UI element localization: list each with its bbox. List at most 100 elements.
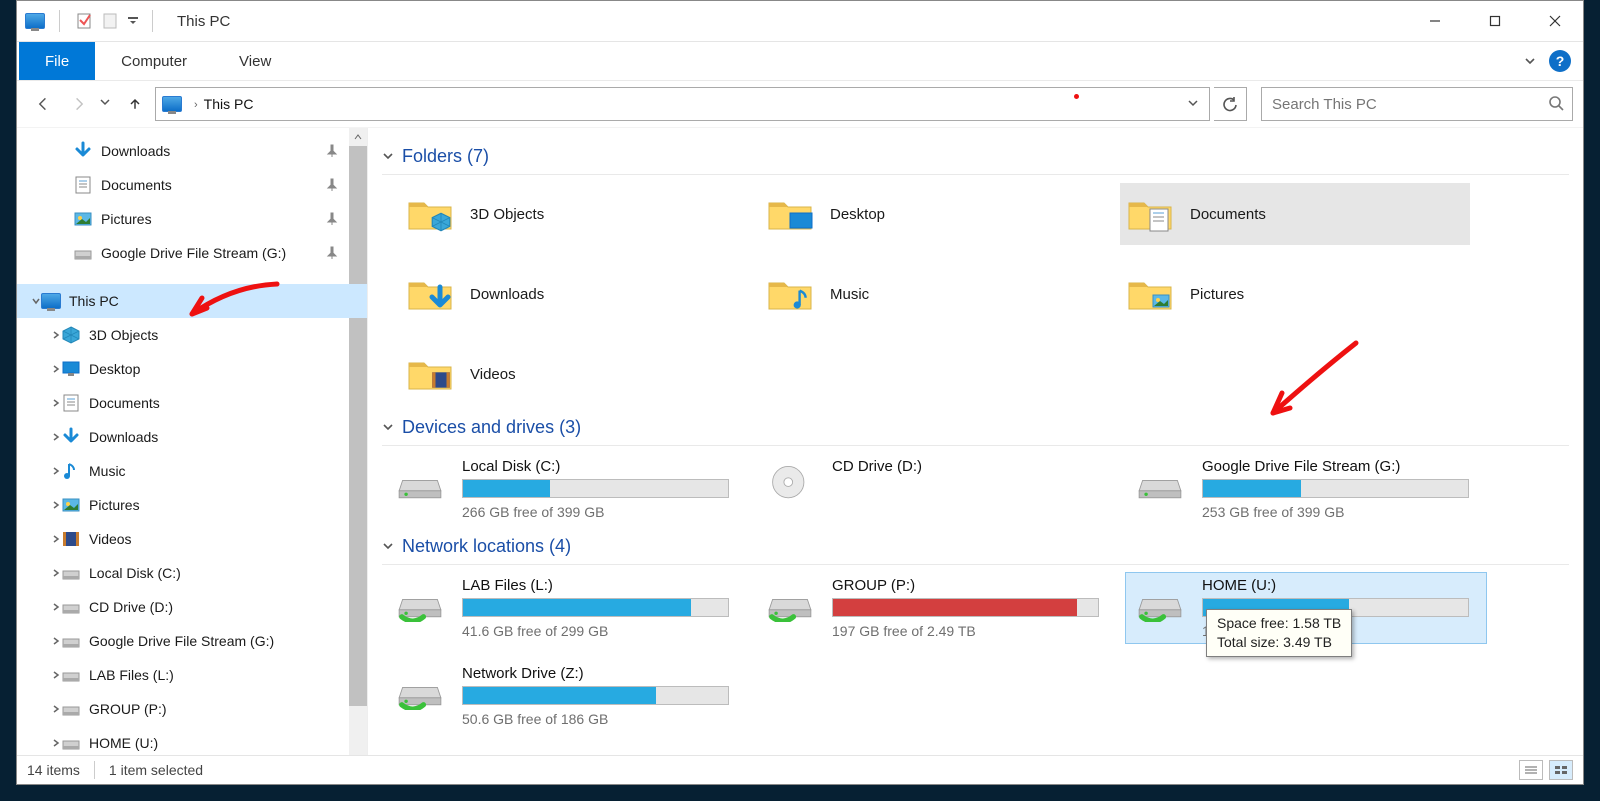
nav-child-item[interactable]: Desktop bbox=[17, 352, 367, 386]
tiles-view-button[interactable] bbox=[1549, 760, 1573, 780]
chevron-down-icon[interactable] bbox=[382, 536, 394, 557]
pin-icon[interactable] bbox=[325, 178, 339, 192]
expand-icon[interactable] bbox=[49, 396, 63, 410]
pin-icon[interactable] bbox=[325, 246, 339, 260]
nav-child-item[interactable]: Music bbox=[17, 454, 367, 488]
drive-item[interactable]: GROUP (P:) 197 GB free of 2.49 TB bbox=[756, 573, 1116, 643]
qat-properties-icon[interactable] bbox=[74, 11, 94, 31]
download-icon bbox=[73, 141, 93, 161]
drive-item[interactable]: CD Drive (D:) bbox=[756, 454, 1116, 524]
refresh-button[interactable] bbox=[1214, 87, 1247, 121]
nav-child-item[interactable]: Local Disk (C:) bbox=[17, 556, 367, 590]
folder-item[interactable]: Music bbox=[760, 263, 1110, 325]
nav-child-item[interactable]: Google Drive File Stream (G:) bbox=[17, 624, 367, 658]
this-pc-icon bbox=[41, 291, 61, 311]
music-icon bbox=[61, 461, 81, 481]
nav-quick-item[interactable]: Pictures bbox=[17, 202, 367, 236]
folder-label: Documents bbox=[1190, 206, 1266, 223]
drive-label: Local Disk (C:) bbox=[462, 458, 740, 475]
drive-item[interactable]: Local Disk (C:) 266 GB free of 399 GB bbox=[386, 454, 746, 524]
folder-item[interactable]: Downloads bbox=[400, 263, 750, 325]
folder-item[interactable]: 3D Objects bbox=[400, 183, 750, 245]
expand-icon[interactable] bbox=[49, 600, 63, 614]
nav-quick-item[interactable]: Google Drive File Stream (G:) bbox=[17, 236, 367, 270]
content-pane: Folders (7) 3D Objects Desktop Documents… bbox=[368, 128, 1583, 755]
expand-icon[interactable] bbox=[49, 464, 63, 478]
maximize-button[interactable] bbox=[1467, 1, 1523, 41]
expand-icon[interactable] bbox=[49, 736, 63, 750]
address-dropdown-icon[interactable] bbox=[1181, 96, 1205, 112]
up-button[interactable] bbox=[119, 88, 151, 120]
nav-child-item[interactable]: 3D Objects bbox=[17, 318, 367, 352]
qat-customize-icon[interactable] bbox=[126, 11, 140, 31]
folder-item[interactable]: Desktop bbox=[760, 183, 1110, 245]
file-tab[interactable]: File bbox=[19, 42, 95, 80]
search-box[interactable] bbox=[1261, 87, 1573, 121]
nav-quick-item[interactable]: Documents bbox=[17, 168, 367, 202]
pin-icon[interactable] bbox=[325, 144, 339, 158]
address-bar[interactable]: › This PC bbox=[155, 87, 1210, 121]
drive-item[interactable]: Google Drive File Stream (G:) 253 GB fre… bbox=[1126, 454, 1486, 524]
cd-icon bbox=[762, 460, 818, 506]
nav-child-item[interactable]: HOME (U:) bbox=[17, 726, 367, 755]
drive-item[interactable]: HOME (U:) 1. Space free: 1.58 TBTotal si… bbox=[1126, 573, 1486, 643]
drive-subtext: 197 GB free of 2.49 TB bbox=[832, 623, 1110, 639]
nav-label: HOME (U:) bbox=[89, 735, 158, 751]
nav-child-item[interactable]: LAB Files (L:) bbox=[17, 658, 367, 692]
nav-child-item[interactable]: GROUP (P:) bbox=[17, 692, 367, 726]
nav-child-item[interactable]: Videos bbox=[17, 522, 367, 556]
back-button[interactable] bbox=[27, 88, 59, 120]
expand-icon[interactable] bbox=[49, 702, 63, 716]
search-input[interactable] bbox=[1270, 89, 1514, 119]
expand-icon[interactable] bbox=[49, 328, 63, 342]
expand-icon[interactable] bbox=[49, 532, 63, 546]
nav-child-item[interactable]: Downloads bbox=[17, 420, 367, 454]
computer-tab[interactable]: Computer bbox=[95, 42, 213, 80]
nav-child-item[interactable]: Pictures bbox=[17, 488, 367, 522]
drive-subtext: 41.6 GB free of 299 GB bbox=[462, 623, 740, 639]
folder-item[interactable]: Videos bbox=[400, 343, 750, 405]
nav-child-item[interactable]: Documents bbox=[17, 386, 367, 420]
nav-this-pc[interactable]: This PC bbox=[17, 284, 367, 318]
usage-bar bbox=[462, 598, 729, 617]
expand-icon[interactable] bbox=[49, 362, 63, 376]
nav-label: Documents bbox=[89, 395, 160, 411]
status-bar: 14 items 1 item selected bbox=[17, 755, 1583, 784]
view-tab[interactable]: View bbox=[213, 42, 297, 80]
expand-icon[interactable] bbox=[49, 430, 63, 444]
chevron-down-icon[interactable] bbox=[382, 146, 394, 167]
chevron-right-icon[interactable]: › bbox=[194, 99, 198, 111]
breadcrumb-this-pc[interactable]: This PC bbox=[204, 96, 254, 112]
forward-button[interactable] bbox=[63, 88, 95, 120]
chevron-down-icon[interactable] bbox=[382, 417, 394, 438]
expand-icon[interactable] bbox=[49, 498, 63, 512]
net-icon bbox=[392, 579, 448, 625]
folders-section-header[interactable]: Folders (7) bbox=[382, 142, 1569, 175]
drive-label: GROUP (P:) bbox=[832, 577, 1110, 594]
expand-icon[interactable] bbox=[49, 566, 63, 580]
minimize-button[interactable] bbox=[1407, 1, 1463, 41]
folder-icon bbox=[1126, 273, 1174, 316]
details-view-button[interactable] bbox=[1519, 760, 1543, 780]
qat-new-icon[interactable] bbox=[100, 11, 120, 31]
network-section-header[interactable]: Network locations (4) bbox=[382, 532, 1569, 565]
section-title: Folders (7) bbox=[402, 146, 489, 167]
folder-item[interactable]: Pictures bbox=[1120, 263, 1470, 325]
expand-icon[interactable] bbox=[49, 668, 63, 682]
nav-label: LAB Files (L:) bbox=[89, 667, 174, 683]
ribbon-collapse-icon[interactable] bbox=[1519, 50, 1541, 72]
devices-section-header[interactable]: Devices and drives (3) bbox=[382, 413, 1569, 446]
help-icon[interactable]: ? bbox=[1549, 50, 1571, 72]
net-icon bbox=[1132, 579, 1188, 625]
nav-child-item[interactable]: CD Drive (D:) bbox=[17, 590, 367, 624]
drive-label: Google Drive File Stream (G:) bbox=[1202, 458, 1480, 475]
close-button[interactable] bbox=[1527, 1, 1583, 41]
folder-item[interactable]: Documents bbox=[1120, 183, 1470, 245]
drive-item[interactable]: Network Drive (Z:) 50.6 GB free of 186 G… bbox=[386, 661, 746, 731]
pin-icon[interactable] bbox=[325, 212, 339, 226]
drive-item[interactable]: LAB Files (L:) 41.6 GB free of 299 GB bbox=[386, 573, 746, 643]
history-dropdown[interactable] bbox=[99, 88, 115, 120]
nav-quick-item[interactable]: Downloads bbox=[17, 134, 367, 168]
section-title: Devices and drives (3) bbox=[402, 417, 581, 438]
expand-icon[interactable] bbox=[49, 634, 63, 648]
